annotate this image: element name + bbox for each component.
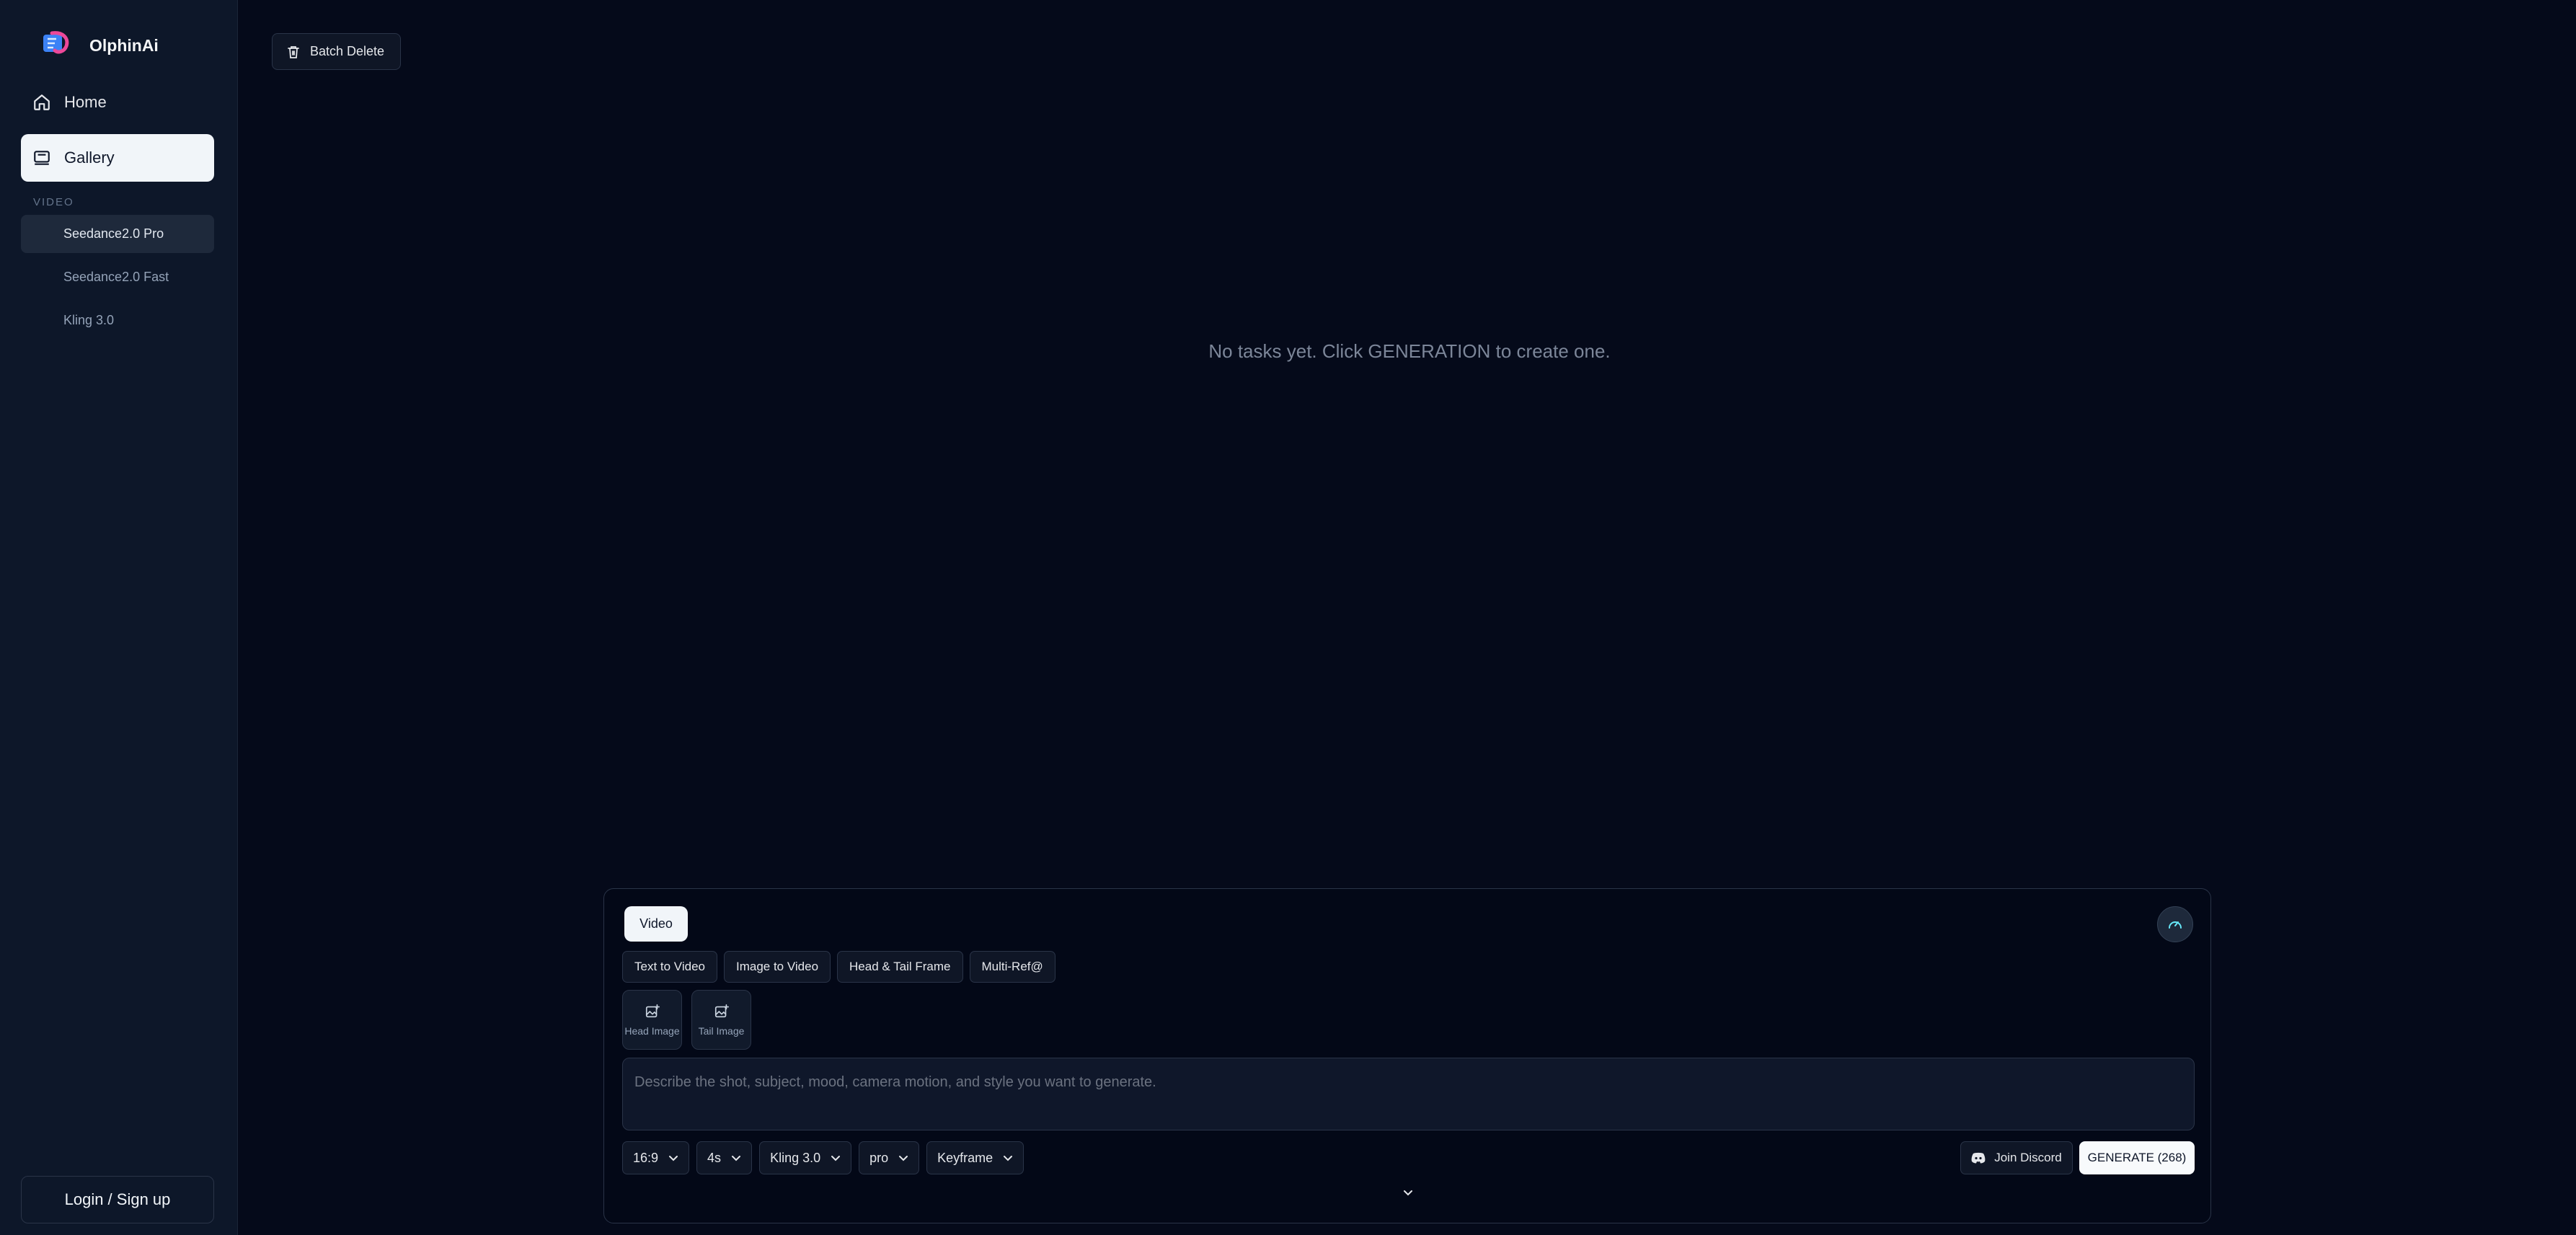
- sidebar-item-label: Seedance2.0 Pro: [63, 226, 164, 241]
- type-multi-ref-button[interactable]: Multi-Ref@: [969, 951, 1055, 983]
- head-image-upload[interactable]: Head Image: [622, 990, 682, 1050]
- empty-state-message: No tasks yet. Click GENERATION to create…: [1208, 340, 1611, 362]
- model-value: Kling 3.0: [770, 1150, 821, 1165]
- sidebar-item-gallery[interactable]: Gallery: [21, 134, 214, 182]
- section-label-video: VIDEO: [33, 196, 74, 208]
- upload-label: Head Image: [624, 1024, 680, 1037]
- tab-video[interactable]: Video: [624, 906, 688, 942]
- quality-value: pro: [869, 1150, 889, 1165]
- join-discord-label: Join Discord: [1994, 1151, 2062, 1164]
- generation-type-row: Text to Video Image to Video Head & Tail…: [622, 951, 1055, 983]
- add-image-icon: [645, 1004, 660, 1017]
- join-discord-button[interactable]: Join Discord: [1960, 1141, 2073, 1174]
- sidebar-item-home[interactable]: Home: [21, 79, 214, 126]
- chevron-down-icon: [1004, 1156, 1013, 1161]
- sidebar: OlphinAi Home Gallery VIDEO Seedance2.0 …: [0, 0, 238, 1235]
- chevron-down-icon: [831, 1156, 841, 1161]
- batch-delete-label: Batch Delete: [310, 44, 385, 58]
- mode-select[interactable]: Keyframe: [926, 1141, 1024, 1174]
- chevron-down-icon: [669, 1156, 678, 1161]
- brand-logo-icon: [43, 31, 69, 54]
- upload-label: Tail Image: [698, 1024, 745, 1037]
- generation-composer: Video Text to Video Image to Video Head …: [603, 888, 2211, 1223]
- home-icon: [34, 94, 50, 110]
- sidebar-item-label: Kling 3.0: [63, 313, 115, 327]
- chevron-down-icon: [1404, 1190, 1412, 1196]
- sidebar-item-label: Home: [64, 93, 107, 111]
- chevron-down-icon: [899, 1156, 908, 1161]
- sidebar-item-kling[interactable]: Kling 3.0: [21, 301, 214, 340]
- type-head-tail-frame-button[interactable]: Head & Tail Frame: [837, 951, 963, 983]
- brand-name: OlphinAi: [89, 35, 159, 55]
- tail-image-upload[interactable]: Tail Image: [691, 990, 751, 1050]
- login-signup-button[interactable]: Login / Sign up: [21, 1176, 214, 1223]
- aspect-ratio-select[interactable]: 16:9: [622, 1141, 690, 1174]
- chevron-down-icon: [732, 1156, 741, 1161]
- sidebar-item-label: Seedance2.0 Fast: [63, 270, 169, 284]
- gallery-icon: [34, 151, 50, 165]
- upload-row: Head Image Tail Image: [622, 990, 751, 1050]
- app-root: OlphinAi Home Gallery VIDEO Seedance2.0 …: [0, 0, 2576, 1235]
- mode-value: Keyframe: [937, 1150, 993, 1165]
- options-row: 16:9 4s Kling 3.0 pro Keyframe: [622, 1141, 1024, 1174]
- model-select[interactable]: Kling 3.0: [759, 1141, 852, 1174]
- add-image-icon: [714, 1004, 729, 1017]
- speed-gauge-button[interactable]: [2157, 906, 2193, 942]
- prompt-input[interactable]: [622, 1058, 2195, 1130]
- collapse-panel-button[interactable]: [1399, 1185, 1417, 1202]
- brand[interactable]: OlphinAi: [40, 29, 159, 62]
- discord-icon: [1971, 1152, 1986, 1164]
- trash-icon: [288, 45, 299, 58]
- sidebar-item-label: Gallery: [64, 149, 115, 167]
- gauge-icon: [2169, 921, 2182, 929]
- aspect-ratio-value: 16:9: [633, 1150, 659, 1165]
- type-image-to-video-button[interactable]: Image to Video: [723, 951, 831, 983]
- duration-select[interactable]: 4s: [696, 1141, 753, 1174]
- generate-button[interactable]: GENERATE (268): [2079, 1141, 2195, 1174]
- sidebar-item-seedance-fast[interactable]: Seedance2.0 Fast: [21, 258, 214, 296]
- type-text-to-video-button[interactable]: Text to Video: [622, 951, 717, 983]
- quality-select[interactable]: pro: [859, 1141, 920, 1174]
- sidebar-item-seedance-pro[interactable]: Seedance2.0 Pro: [21, 215, 214, 253]
- duration-value: 4s: [707, 1150, 722, 1165]
- batch-delete-button[interactable]: Batch Delete: [272, 33, 401, 70]
